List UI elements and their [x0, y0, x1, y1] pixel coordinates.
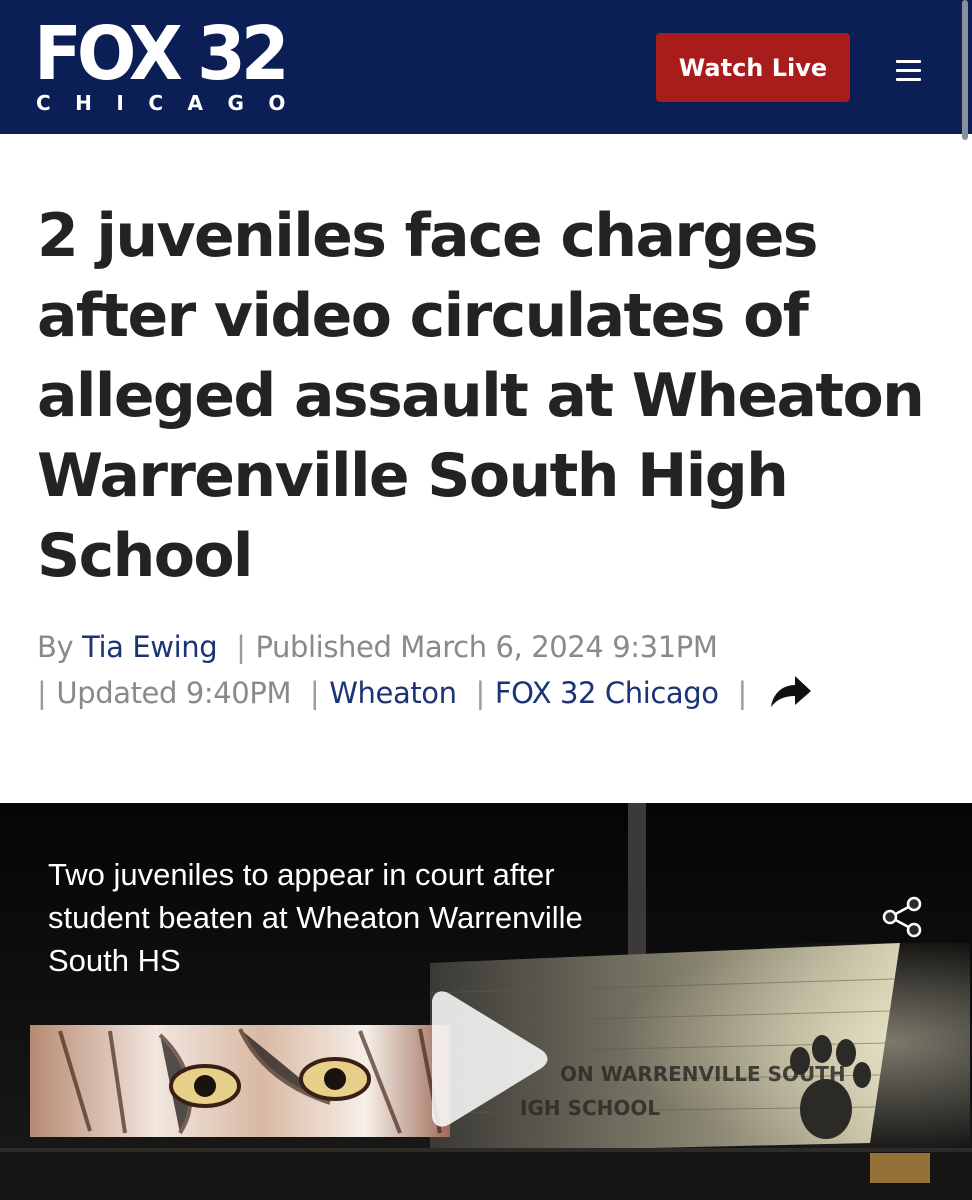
location-link[interactable]: Wheaton	[329, 676, 457, 710]
article-headline: 2 juveniles face charges after video cir…	[37, 201, 925, 591]
byline-prefix: By	[37, 630, 74, 664]
author-link[interactable]: Tia Ewing	[82, 630, 218, 664]
share-arrow-icon[interactable]	[767, 673, 813, 711]
separator: |	[737, 676, 747, 710]
video-player[interactable]: ON WARRENVILLE SOUTH IGH SCHOOL Two juve…	[0, 803, 972, 1200]
site-header: FOX 32 CHICAGO Watch Live	[0, 0, 972, 134]
published-date: Published March 6, 2024 9:31PM	[255, 630, 718, 664]
updated-time: Updated 9:40PM	[56, 676, 292, 710]
separator: |	[37, 676, 47, 710]
hamburger-menu-icon[interactable]	[893, 57, 927, 85]
scrollbar[interactable]	[962, 0, 968, 140]
logo-chicago: CHICAGO	[36, 91, 310, 115]
share-nodes-icon[interactable]	[878, 895, 926, 939]
logo-fox32[interactable]: FOX 32	[34, 8, 290, 99]
separator: |	[475, 676, 485, 710]
watch-live-button[interactable]: Watch Live	[656, 33, 850, 102]
separator: |	[236, 630, 246, 664]
play-icon[interactable]	[424, 989, 550, 1129]
source-link[interactable]: FOX 32 Chicago	[495, 676, 719, 710]
separator: |	[309, 676, 320, 710]
video-caption: Two juveniles to appear in court after s…	[48, 857, 583, 978]
article-meta: By Tia Ewing | Published March 6, 2024 9:…	[37, 624, 917, 716]
